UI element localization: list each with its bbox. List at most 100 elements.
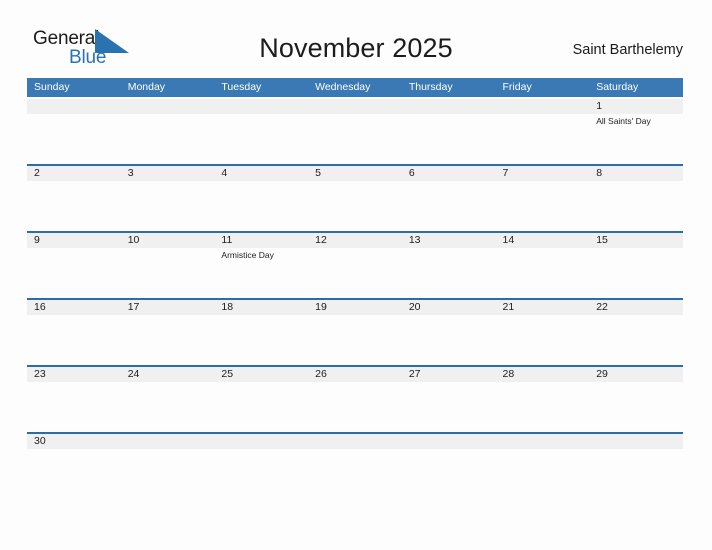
calendar-grid: Sunday Monday Tuesday Wednesday Thursday… [27, 78, 683, 499]
day-cell[interactable]: 29 [589, 365, 683, 432]
day-cell[interactable]: 20 [402, 298, 496, 365]
day-cell[interactable]: 16 [27, 298, 121, 365]
day-number: 24 [127, 368, 140, 380]
day-cell-empty [402, 97, 496, 164]
day-number: 29 [596, 368, 608, 380]
day-number: 19 [315, 301, 327, 313]
day-cell[interactable]: 9 [27, 231, 121, 298]
day-number: 18 [221, 301, 234, 313]
day-cell[interactable]: 2 [27, 164, 121, 231]
day-cell[interactable]: 27 [402, 365, 496, 432]
day-cell[interactable]: 5 [308, 164, 402, 231]
day-number: 28 [502, 368, 515, 380]
day-number: 6 [408, 167, 415, 179]
day-cell[interactable]: 12 [308, 231, 402, 298]
weekday-header-sunday: Sunday [34, 81, 70, 93]
calendar-week-row: 23 24 25 26 27 28 29 [27, 365, 683, 432]
day-cell[interactable]: 1 All Saints' Day [589, 97, 683, 164]
day-cell[interactable]: 10 [121, 231, 215, 298]
day-cell-empty [496, 97, 590, 164]
day-cell[interactable]: 7 [496, 164, 590, 231]
day-number: 25 [221, 368, 234, 380]
day-number: 7 [502, 167, 509, 179]
day-cell[interactable]: 24 [121, 365, 215, 432]
day-cell[interactable]: 17 [121, 298, 215, 365]
day-events: All Saints' Day [596, 115, 682, 127]
day-number: 1 [596, 100, 603, 112]
day-cell[interactable]: 19 [308, 298, 402, 365]
holiday-event-label: Armistice Day [221, 250, 274, 260]
weekday-header-friday: Friday [502, 81, 532, 93]
weekday-header-monday: Monday [127, 81, 166, 93]
calendar-page: General Blue November 2025 Saint Barthel… [0, 0, 712, 550]
holiday-event-label: All Saints' Day [596, 116, 651, 126]
weekday-header-saturday: Saturday [596, 81, 639, 93]
day-cell[interactable]: 30 [27, 432, 121, 499]
day-cell-empty [121, 432, 215, 499]
day-number: 15 [596, 234, 608, 246]
week-cells: 16 17 18 19 20 21 22 [27, 298, 683, 365]
day-cell-empty [589, 432, 683, 499]
day-number: 5 [315, 167, 321, 179]
day-cell-empty [308, 432, 402, 499]
day-cell[interactable]: 23 [27, 365, 121, 432]
day-cell[interactable]: 11 Armistice Day [214, 231, 308, 298]
week-cells: 2 3 4 5 6 7 8 [27, 164, 683, 231]
day-number: 16 [34, 301, 46, 313]
day-cell[interactable]: 8 [589, 164, 683, 231]
calendar-week-row: 2 3 4 5 6 7 8 [27, 164, 683, 231]
weekday-header-tuesday: Tuesday [221, 81, 262, 93]
day-number: 8 [596, 167, 603, 179]
weekday-header-row: Sunday Monday Tuesday Wednesday Thursday… [27, 78, 683, 97]
day-number: 26 [315, 368, 327, 380]
day-cell-empty [214, 432, 308, 499]
weekday-header-wednesday: Wednesday [315, 81, 371, 93]
day-number: 4 [221, 167, 228, 179]
day-number: 20 [408, 301, 421, 313]
day-cell[interactable]: 21 [496, 298, 590, 365]
day-cell[interactable]: 14 [496, 231, 590, 298]
day-cell-empty [402, 432, 496, 499]
day-cell[interactable]: 26 [308, 365, 402, 432]
calendar-week-row: 16 17 18 19 20 21 22 [27, 298, 683, 365]
day-number: 21 [502, 301, 515, 313]
day-number: 2 [34, 167, 40, 179]
day-cell[interactable]: 4 [214, 164, 308, 231]
day-cell-empty [308, 97, 402, 164]
page-header: General Blue November 2025 Saint Barthel… [0, 24, 712, 72]
day-cell[interactable]: 15 [589, 231, 683, 298]
day-cell[interactable]: 13 [402, 231, 496, 298]
day-number: 22 [596, 301, 608, 313]
day-cell-empty [496, 432, 590, 499]
day-cell-empty [121, 97, 215, 164]
weekday-header-thursday: Thursday [408, 81, 453, 93]
day-number: 12 [315, 234, 327, 246]
day-cell-empty [214, 97, 308, 164]
day-number: 13 [408, 234, 421, 246]
week-cells: 9 10 11 Armistice Day 12 13 14 15 [27, 231, 683, 298]
day-number: 17 [127, 301, 140, 313]
day-cell-empty [27, 97, 121, 164]
day-number: 27 [408, 368, 421, 380]
calendar-week-row: 30 [27, 432, 683, 499]
day-cell[interactable]: 6 [402, 164, 496, 231]
day-cell[interactable]: 28 [496, 365, 590, 432]
day-number: 14 [502, 234, 515, 246]
day-cell[interactable]: 18 [214, 298, 308, 365]
day-cell[interactable]: 25 [214, 365, 308, 432]
week-cells: 30 [27, 432, 683, 499]
day-cell[interactable]: 3 [121, 164, 215, 231]
week-cells: 1 All Saints' Day [27, 97, 683, 164]
day-number: 9 [34, 234, 40, 246]
day-events: Armistice Day [221, 249, 307, 261]
calendar-week-row: 9 10 11 Armistice Day 12 13 14 15 [27, 231, 683, 298]
day-number: 3 [127, 167, 134, 179]
day-number: 23 [34, 368, 46, 380]
calendar-weeks: 1 All Saints' Day 2 3 4 5 6 7 8 9 10 11 Armistice Da… [27, 97, 683, 499]
day-number: 30 [34, 435, 46, 447]
calendar-week-row: 1 All Saints' Day [27, 97, 683, 164]
day-number: 10 [127, 234, 140, 246]
day-number: 11 [221, 234, 233, 246]
day-cell[interactable]: 22 [589, 298, 683, 365]
locale-label: Saint Barthelemy [572, 42, 683, 58]
